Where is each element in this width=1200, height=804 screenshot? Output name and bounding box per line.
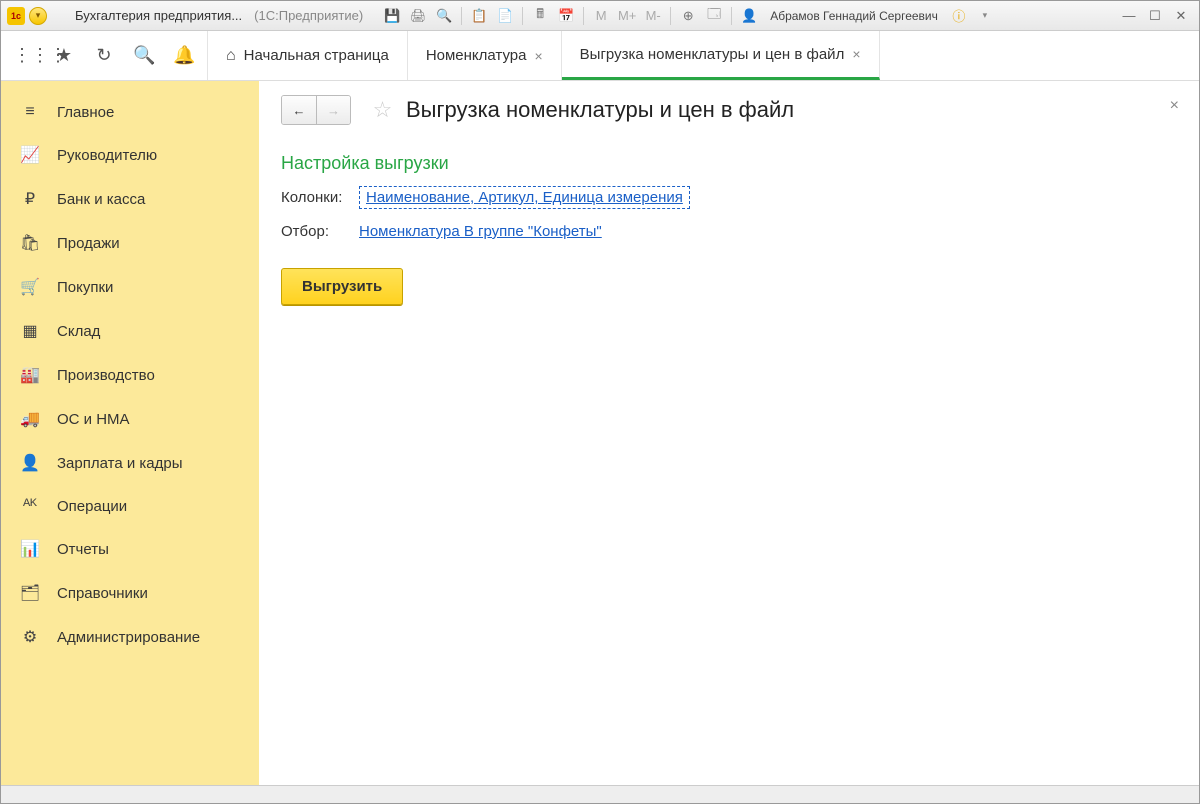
sidebar-item-operations[interactable]: ᴬᴷ Операции [1, 485, 259, 527]
sidebar-item-label: Руководителю [57, 147, 157, 164]
export-button[interactable]: Выгрузить [281, 268, 403, 305]
app-logo-icon: 1c [7, 7, 25, 25]
m-icon[interactable]: M [590, 5, 612, 27]
tab-bar: ⋮⋮⋮ ★ ↻ 🔍 🔔 ⌂ Начальная страница Номенкл… [1, 31, 1199, 81]
sidebar-item-admin[interactable]: ⚙ Администрирование [1, 615, 259, 659]
home-icon: ⌂ [226, 47, 236, 65]
tab-label: Выгрузка номенклатуры и цен в файл [580, 46, 845, 63]
info-dropdown[interactable]: ▾ [974, 5, 996, 27]
calendar-icon[interactable]: 📅 [555, 5, 577, 27]
sidebar-item-bank[interactable]: ₽ Банк и касса [1, 177, 259, 221]
filter-row: Отбор: Номенклатура В группе "Конфеты" [281, 223, 1177, 240]
ruble-icon: ₽ [19, 189, 41, 209]
sidebar-item-label: Производство [57, 367, 155, 384]
columns-row: Колонки: Наименование, Артикул, Единица … [281, 186, 1177, 209]
star-icon[interactable]: ☆ [373, 97, 393, 123]
page-nav: ← → [281, 95, 351, 125]
grid-icon: ▦ [19, 321, 41, 341]
page-title: Выгрузка номенклатуры и цен в файл [406, 97, 794, 123]
current-user[interactable]: Абрамов Геннадий Сергеевич [764, 9, 944, 23]
filter-value-link[interactable]: Номенклатура В группе "Конфеты" [359, 223, 602, 240]
bag-icon: 🛍 [19, 233, 41, 253]
gear-icon: ⚙ [19, 627, 41, 647]
tab-nomenclature[interactable]: Номенклатура × [408, 31, 562, 80]
sidebar-item-reports[interactable]: 📊 Отчеты [1, 527, 259, 571]
app-subtitle: (1С:Предприятие) [254, 8, 363, 23]
operations-icon: ᴬᴷ [19, 497, 41, 515]
tab-export[interactable]: Выгрузка номенклатуры и цен в файл × [562, 31, 880, 80]
close-window-button[interactable]: ✕ [1169, 6, 1193, 26]
user-icon: 👤 [738, 5, 760, 27]
back-button[interactable]: ← [282, 96, 316, 124]
preview-icon[interactable]: 🔍 [433, 5, 455, 27]
section-title: Настройка выгрузки [281, 153, 1177, 174]
sidebar-item-main[interactable]: ≡ Главное [1, 91, 259, 133]
minimize-button[interactable]: — [1117, 6, 1141, 26]
columns-value-link[interactable]: Наименование, Артикул, Единица измерения [359, 186, 690, 209]
favorite-icon[interactable]: ★ [53, 45, 75, 66]
sidebar-item-label: Администрирование [57, 629, 200, 646]
sidebar-item-label: Отчеты [57, 541, 109, 558]
app-menu-dropdown[interactable]: ▾ [29, 7, 47, 25]
copy-icon[interactable]: 📋 [468, 5, 490, 27]
close-tab-icon[interactable]: × [852, 46, 860, 62]
sidebar-item-label: Операции [57, 498, 127, 515]
notifications-icon[interactable]: 🔔 [173, 45, 195, 66]
history-icon[interactable]: ↻ [93, 45, 115, 66]
content-pane: × ← → ☆ Выгрузка номенклатуры и цен в фа… [259, 81, 1199, 785]
tab-home[interactable]: ⌂ Начальная страница [208, 31, 408, 80]
apps-icon[interactable]: ⋮⋮⋮ [13, 45, 35, 66]
cart-icon: 🛒 [19, 277, 41, 297]
app-title: Бухгалтерия предприятия... [75, 8, 242, 23]
truck-icon: 🚚 [19, 409, 41, 429]
sidebar-item-label: Справочники [57, 585, 148, 602]
folders-icon: 🗂 [19, 583, 41, 603]
sidebar-item-assets[interactable]: 🚚 ОС и НМА [1, 397, 259, 441]
tabs: ⌂ Начальная страница Номенклатура × Выгр… [208, 31, 880, 80]
chart-icon: 📈 [19, 145, 41, 165]
sidebar-item-sales[interactable]: 🛍 Продажи [1, 221, 259, 265]
save-icon[interactable]: 💾 [381, 5, 403, 27]
status-bar [1, 785, 1199, 803]
person-icon: 👤 [19, 453, 41, 473]
sidebar-item-manager[interactable]: 📈 Руководителю [1, 133, 259, 177]
tab-label: Начальная страница [244, 47, 389, 64]
factory-icon: 🏭 [19, 365, 41, 385]
filter-label: Отбор: [281, 223, 359, 240]
main-area: ≡ Главное 📈 Руководителю ₽ Банк и касса 🛍 Пр… [1, 81, 1199, 785]
windows-icon[interactable]: 🗔 [703, 5, 725, 27]
forward-button[interactable]: → [316, 96, 350, 124]
close-tab-icon[interactable]: × [534, 48, 542, 64]
print-icon[interactable]: 🖨 [407, 5, 429, 27]
sidebar: ≡ Главное 📈 Руководителю ₽ Банк и касса 🛍 Пр… [1, 81, 259, 785]
sidebar-item-label: Зарплата и кадры [57, 455, 183, 472]
columns-label: Колонки: [281, 189, 359, 206]
m-minus-icon[interactable]: M- [642, 5, 664, 27]
sidebar-item-production[interactable]: 🏭 Производство [1, 353, 259, 397]
zoom-icon[interactable]: ⊕ [677, 5, 699, 27]
titlebar: 1c ▾ Бухгалтерия предприятия... (1С:Пред… [1, 1, 1199, 31]
sidebar-item-label: Главное [57, 104, 114, 121]
tab-label: Номенклатура [426, 47, 527, 64]
sidebar-item-label: Склад [57, 323, 100, 340]
app-window: 1c ▾ Бухгалтерия предприятия... (1С:Пред… [0, 0, 1200, 804]
sidebar-item-label: Покупки [57, 279, 113, 296]
sidebar-item-warehouse[interactable]: ▦ Склад [1, 309, 259, 353]
search-icon[interactable]: 🔍 [133, 45, 155, 66]
calculator-icon[interactable]: 🖩 [529, 5, 551, 27]
menu-icon: ≡ [19, 103, 41, 121]
sidebar-item-purchases[interactable]: 🛒 Покупки [1, 265, 259, 309]
m-plus-icon[interactable]: M+ [616, 5, 638, 27]
maximize-button[interactable]: ☐ [1143, 6, 1167, 26]
close-page-icon[interactable]: × [1170, 97, 1179, 115]
sidebar-item-label: Продажи [57, 235, 120, 252]
sidebar-item-label: Банк и касса [57, 191, 145, 208]
paste-icon[interactable]: 📄 [494, 5, 516, 27]
sidebar-item-hr[interactable]: 👤 Зарплата и кадры [1, 441, 259, 485]
toolbar-left: ⋮⋮⋮ ★ ↻ 🔍 🔔 [1, 31, 208, 80]
bar-chart-icon: 📊 [19, 539, 41, 559]
sidebar-item-catalogs[interactable]: 🗂 Справочники [1, 571, 259, 615]
sidebar-item-label: ОС и НМА [57, 411, 130, 428]
info-icon[interactable]: ⓘ [948, 5, 970, 27]
